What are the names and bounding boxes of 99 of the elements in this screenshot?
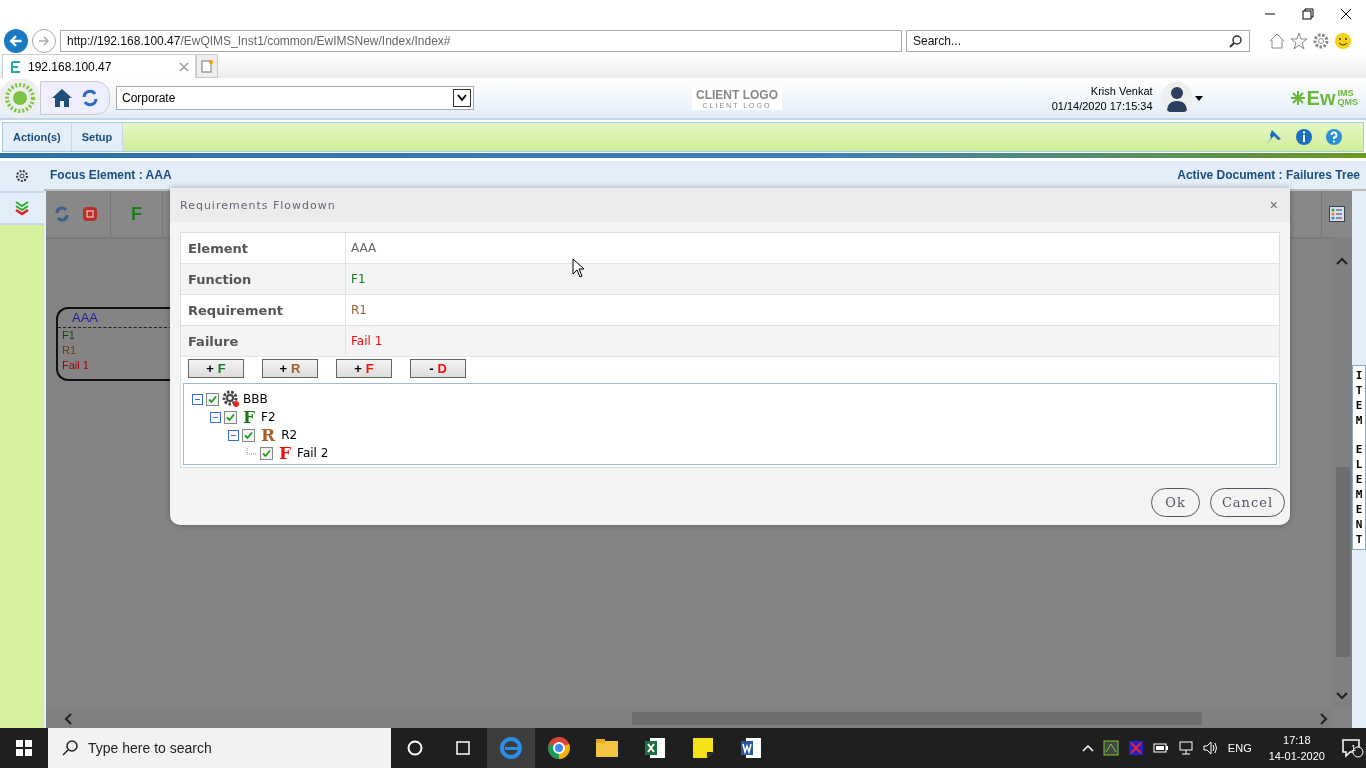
menu-item[interactable]: Action(s) bbox=[3, 123, 72, 151]
clock-time[interactable]: 17:18 bbox=[1283, 732, 1311, 748]
browser-e-icon[interactable] bbox=[499, 736, 523, 760]
node-line: Fail 1 bbox=[61, 358, 89, 373]
organization-select[interactable]: Corporate bbox=[116, 86, 474, 110]
collapse-icon[interactable] bbox=[228, 429, 239, 441]
speaker-icon[interactable] bbox=[1202, 741, 1219, 755]
add-button[interactable]: + F bbox=[336, 359, 392, 378]
scroll-down-icon[interactable] bbox=[1336, 692, 1348, 700]
field-value: R1 bbox=[350, 302, 367, 319]
clock-date[interactable]: 14-01-2020 bbox=[1268, 748, 1325, 764]
kind-letter: R bbox=[261, 425, 276, 445]
battery-icon[interactable] bbox=[1152, 742, 1169, 754]
windows-icon[interactable] bbox=[16, 740, 32, 756]
language-indicator[interactable]: ENG bbox=[1227, 742, 1252, 754]
tree-label[interactable]: BBB bbox=[243, 392, 268, 406]
node-line: F1 bbox=[61, 328, 75, 343]
caret-icon[interactable] bbox=[1194, 95, 1203, 101]
tree-label[interactable]: F2 bbox=[261, 410, 276, 424]
checkbox[interactable] bbox=[206, 392, 219, 406]
tray-app-icon[interactable] bbox=[1102, 740, 1119, 756]
star-icon[interactable] bbox=[1290, 32, 1308, 50]
kind-letter: F bbox=[243, 407, 256, 427]
browser-tab[interactable]: 192.168.100.47 bbox=[2, 54, 196, 78]
scroll-left-icon[interactable] bbox=[64, 713, 72, 725]
address-field[interactable]: http://192.168.100.47/EwQIMS_Inst1/common/EwIMSNew/Index/Index# bbox=[60, 30, 902, 52]
gear-icon bbox=[222, 390, 240, 408]
dialog-button[interactable]: Ok bbox=[1151, 488, 1200, 517]
focus-element: Focus Element : AAA bbox=[50, 168, 172, 182]
tray-app-icon[interactable] bbox=[1127, 740, 1144, 756]
site-icon bbox=[9, 59, 23, 74]
back-button[interactable] bbox=[4, 29, 28, 53]
home-icon[interactable] bbox=[1268, 32, 1286, 50]
circle-icon[interactable] bbox=[407, 740, 423, 756]
sticky-note-icon[interactable] bbox=[692, 737, 714, 759]
list-icon[interactable] bbox=[1329, 206, 1345, 222]
search-field[interactable]: Search... bbox=[906, 30, 1250, 52]
horizontal-scrollbar[interactable] bbox=[46, 708, 1332, 728]
add-button[interactable]: + R bbox=[262, 359, 318, 378]
scroll-right-icon[interactable] bbox=[1320, 713, 1328, 725]
spreadsheet-icon[interactable] bbox=[644, 737, 666, 759]
back-arrow-icon bbox=[8, 33, 24, 49]
task-view-icon[interactable] bbox=[454, 740, 472, 756]
document-icon[interactable] bbox=[740, 737, 762, 759]
client-logo: CLIENT LOGO bbox=[696, 87, 778, 102]
brand-superscript: IMS bbox=[1337, 89, 1355, 98]
field-label: Element bbox=[181, 233, 346, 263]
add-button[interactable]: + F bbox=[188, 359, 244, 378]
tree-label[interactable]: R2 bbox=[281, 428, 298, 442]
active-document: Active Document : Failures Tree bbox=[1177, 168, 1360, 182]
chrome-icon[interactable] bbox=[547, 736, 571, 760]
new-page-icon bbox=[201, 59, 213, 73]
notification-icon[interactable] bbox=[1342, 738, 1364, 758]
chevrons-icon[interactable] bbox=[14, 200, 30, 216]
add-button[interactable]: - D bbox=[410, 359, 466, 378]
restore-icon[interactable] bbox=[1302, 8, 1314, 20]
info-icon[interactable] bbox=[1295, 128, 1313, 146]
search-icon[interactable] bbox=[1229, 34, 1243, 48]
field-label: Requirement bbox=[181, 295, 346, 325]
caret-icon[interactable] bbox=[457, 94, 467, 102]
forward-arrow-icon bbox=[37, 34, 51, 48]
brand-logo: Ew bbox=[1306, 86, 1336, 110]
star-icon bbox=[1290, 91, 1305, 105]
user-name: Krish Venkat bbox=[1090, 84, 1153, 97]
help-icon[interactable] bbox=[1325, 128, 1343, 146]
dialog-button[interactable]: Cancel bbox=[1210, 488, 1285, 517]
network-icon[interactable] bbox=[1177, 741, 1194, 755]
search-icon bbox=[62, 740, 78, 756]
close-button[interactable]: × bbox=[1269, 197, 1278, 213]
smiley-icon[interactable] bbox=[1334, 32, 1352, 50]
field-label: Failure bbox=[181, 326, 346, 356]
checkbox[interactable] bbox=[224, 410, 237, 424]
side-tab[interactable]: ITEM ELEMENT bbox=[1352, 365, 1366, 550]
close-tab-icon[interactable] bbox=[179, 61, 189, 72]
notification-count: 1 bbox=[1351, 743, 1356, 753]
chevron-up-icon[interactable] bbox=[1081, 744, 1094, 752]
brand-subscript: QMS bbox=[1337, 98, 1358, 107]
date-time: 01/14/2020 17:15:34 bbox=[1051, 99, 1153, 112]
field-value: Fail 1 bbox=[350, 333, 383, 350]
tree-label[interactable]: Fail 2 bbox=[297, 446, 329, 460]
kind-letter: F bbox=[279, 443, 292, 463]
home-icon[interactable] bbox=[51, 87, 73, 109]
taskbar-search-field[interactable]: Type here to search bbox=[48, 728, 391, 768]
folder-icon[interactable] bbox=[595, 738, 619, 758]
menu-item[interactable]: Setup bbox=[71, 123, 124, 151]
field-value: AAA bbox=[350, 240, 377, 257]
refresh-icon[interactable] bbox=[81, 89, 99, 107]
scroll-up-icon[interactable] bbox=[1336, 257, 1348, 265]
collapse-icon[interactable] bbox=[192, 393, 203, 405]
collapse-icon[interactable] bbox=[210, 411, 221, 423]
dialog-title: Requirements Flowdown bbox=[180, 198, 336, 212]
checkbox[interactable] bbox=[242, 428, 255, 442]
settings-icon[interactable] bbox=[15, 169, 29, 183]
field-value: F1 bbox=[350, 271, 366, 288]
field-label: Function bbox=[181, 264, 346, 294]
node-line: R1 bbox=[61, 343, 77, 358]
checkbox[interactable] bbox=[260, 446, 273, 460]
vertical-scrollbar[interactable] bbox=[1332, 237, 1352, 708]
close-icon[interactable] bbox=[1340, 8, 1352, 20]
